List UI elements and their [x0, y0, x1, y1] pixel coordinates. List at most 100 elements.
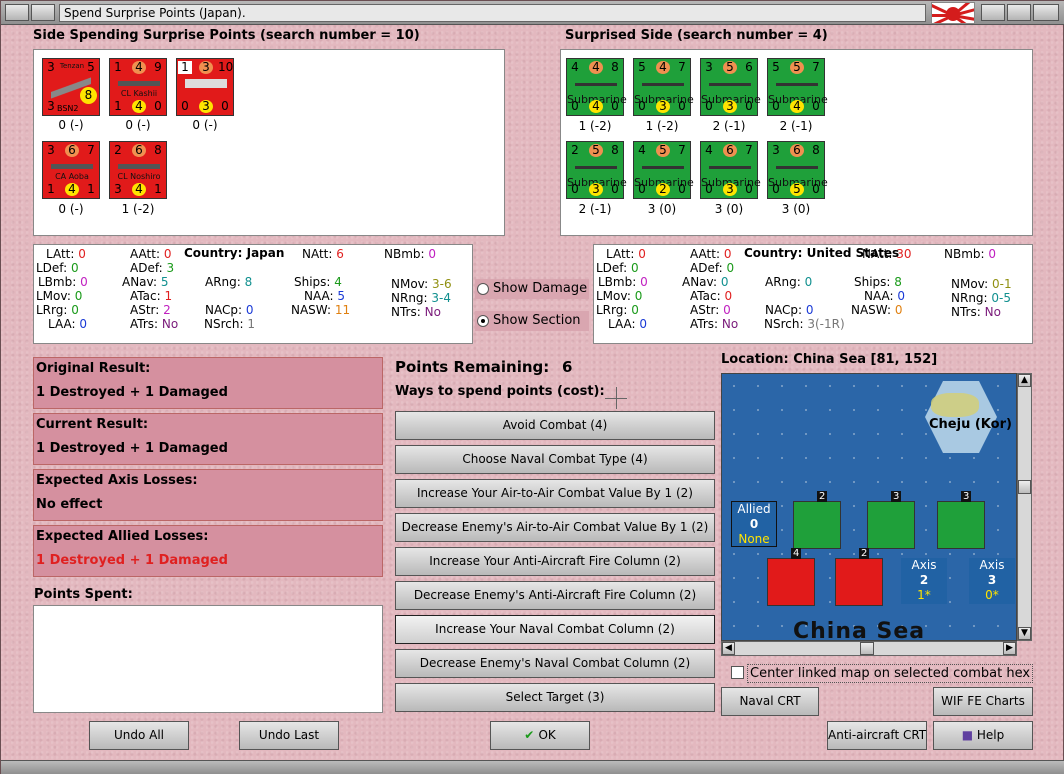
stat-label: NTrs:: [951, 305, 981, 319]
system-menu-button[interactable]: [5, 4, 29, 21]
undo-last-button[interactable]: Undo Last: [239, 721, 339, 750]
unit-counter[interactable]: 3 Tenzan 5 8 3 BSN2: [42, 58, 100, 116]
stack-count: 3: [891, 491, 902, 502]
stat-astr: AStr: 2: [130, 303, 171, 317]
stat-value: 0: [80, 275, 88, 289]
unit-label: 1 (-2): [645, 119, 679, 133]
stat-label: LRrg:: [36, 303, 68, 317]
unit-value: 0: [705, 182, 713, 196]
map-horizontal-scrollbar[interactable]: ◀ ▶: [721, 641, 1017, 656]
unit-counter[interactable]: 2 6 8 CL Noshiro 3 4 1: [109, 141, 167, 199]
anti-aircraft-crt-button[interactable]: Anti-aircraft CRT: [827, 721, 927, 750]
map-unit-counter[interactable]: [867, 501, 915, 549]
spend-option-button[interactable]: Decrease Enemy's Naval Combat Column (2): [395, 649, 715, 678]
unit-counter[interactable]: 3 6 7 CA Aoba 1 4 1: [42, 141, 100, 199]
stat-value: 0: [724, 289, 733, 303]
help-button[interactable]: ■ Help: [933, 721, 1033, 750]
stat-ships: Ships: 8: [854, 275, 902, 289]
scroll-right-icon[interactable]: ▶: [1003, 642, 1016, 655]
center-map-checkbox[interactable]: [731, 666, 744, 679]
unit-value: 7: [678, 143, 686, 157]
spend-option-button[interactable]: Avoid Combat (4): [395, 411, 715, 440]
map-unit-counter[interactable]: [937, 501, 985, 549]
stat-value: 1: [247, 317, 255, 331]
stat-label: ATrs:: [130, 317, 159, 331]
maximize-button[interactable]: [1007, 4, 1031, 21]
unit-value: 0: [611, 99, 619, 113]
unit-value: 0: [745, 99, 753, 113]
spend-option-button[interactable]: Increase Your Anti-Aircraft Fire Column …: [395, 547, 715, 576]
unit-counter[interactable]: 258Submarine030: [566, 141, 627, 199]
scroll-up-icon[interactable]: ▲: [1018, 374, 1031, 387]
unit-label: 0 (-): [192, 118, 218, 132]
center-map-label[interactable]: Center linked map on selected combat hex: [747, 664, 1033, 683]
spend-option-button[interactable]: Choose Naval Combat Type (4): [395, 445, 715, 474]
stat-value: 0: [70, 261, 79, 275]
map-unit-counter[interactable]: [835, 558, 883, 606]
unit-counter[interactable]: 1 4 9 CL Kashii 1 4 0: [109, 58, 167, 116]
unit-value: 3: [589, 183, 603, 196]
unit-value: 0: [812, 99, 820, 113]
stat-atac: ATac: 1: [130, 289, 172, 303]
unit-counter[interactable]: 457Submarine020: [633, 141, 694, 199]
stat-value: 1: [164, 289, 173, 303]
scroll-thumb[interactable]: [860, 642, 874, 655]
stat-value: 5: [337, 289, 346, 303]
minimize-button[interactable]: [981, 4, 1005, 21]
allied-title: Allied: [737, 502, 771, 516]
stat-label: LAtt:: [46, 247, 75, 261]
stat-arng: ARng: 0: [765, 275, 812, 289]
unit-label: 2 (-1): [779, 119, 813, 133]
unit-counter[interactable]: 1 3 10 0 3 0: [176, 58, 234, 116]
stat-laa: LAA: 0: [48, 317, 87, 331]
unit-counter[interactable]: 557Submarine040: [767, 58, 828, 116]
stat-astr: AStr: 0: [690, 303, 731, 317]
allied-info-box: Allied 0 None: [731, 501, 777, 547]
map-vertical-scrollbar[interactable]: ▲ ▼: [1017, 373, 1032, 641]
undo-all-button[interactable]: Undo All: [89, 721, 189, 750]
ok-button[interactable]: ✔ OK: [490, 721, 590, 750]
stat-latt: LAtt: 0: [46, 247, 86, 261]
close-button[interactable]: [1033, 4, 1059, 21]
unit-counter[interactable]: 356Submarine030: [700, 58, 761, 116]
spend-option-button[interactable]: Decrease Enemy's Anti-Aircraft Fire Colu…: [395, 581, 715, 610]
unit-value: 4: [638, 143, 646, 157]
stat-anav: ANav: 5: [122, 275, 169, 289]
original-result-label: Original Result:: [36, 361, 151, 376]
points-spent-list[interactable]: [33, 605, 383, 713]
spend-option-button[interactable]: Increase Your Air-to-Air Combat Value By…: [395, 479, 715, 508]
spend-option-button[interactable]: Increase Your Naval Combat Column (2): [395, 615, 715, 644]
map-unit-counter[interactable]: [793, 501, 841, 549]
unit-value: 3: [772, 143, 780, 157]
scroll-down-icon[interactable]: ▼: [1018, 627, 1031, 640]
stat-value: 0: [634, 289, 643, 303]
unit-counter[interactable]: 448Submarine040: [566, 58, 627, 116]
stat-value: 4: [334, 275, 342, 289]
unit-value: 5: [723, 61, 737, 74]
spend-option-button[interactable]: Select Target (3): [395, 683, 715, 712]
naval-crt-button[interactable]: Naval CRT: [721, 687, 819, 716]
unit-counter[interactable]: 368Submarine050: [767, 141, 828, 199]
radio-indicator: [477, 283, 489, 295]
unit-counter[interactable]: 467Submarine030: [700, 141, 761, 199]
radio-label: Show Section: [493, 313, 581, 328]
unit-counter[interactable]: 547Submarine030: [633, 58, 694, 116]
stat-ldef: LDef: 0: [36, 261, 79, 275]
unit-name: CL Kashii: [120, 89, 158, 98]
map-unit-counter[interactable]: [767, 558, 815, 606]
show-damage-radio[interactable]: Show Damage: [475, 279, 589, 299]
show-section-radio[interactable]: Show Section: [475, 311, 589, 331]
restore-button[interactable]: [31, 4, 55, 21]
scroll-thumb[interactable]: [1018, 480, 1031, 494]
unit-value: 0: [638, 182, 646, 196]
wif-fe-charts-button[interactable]: WIF FE Charts: [933, 687, 1033, 716]
stat-adef: ADef: 0: [690, 261, 734, 275]
stat-nmov: NMov: 0-1: [951, 277, 1012, 291]
submarine-icon: [776, 166, 818, 169]
unit-label: 0 (-): [58, 202, 84, 216]
spend-option-button[interactable]: Decrease Enemy's Air-to-Air Combat Value…: [395, 513, 715, 542]
scroll-left-icon[interactable]: ◀: [722, 642, 735, 655]
unit-label: 0 (-): [125, 118, 151, 132]
stat-label: LMov:: [596, 289, 631, 303]
unit-value: 0: [181, 99, 189, 113]
